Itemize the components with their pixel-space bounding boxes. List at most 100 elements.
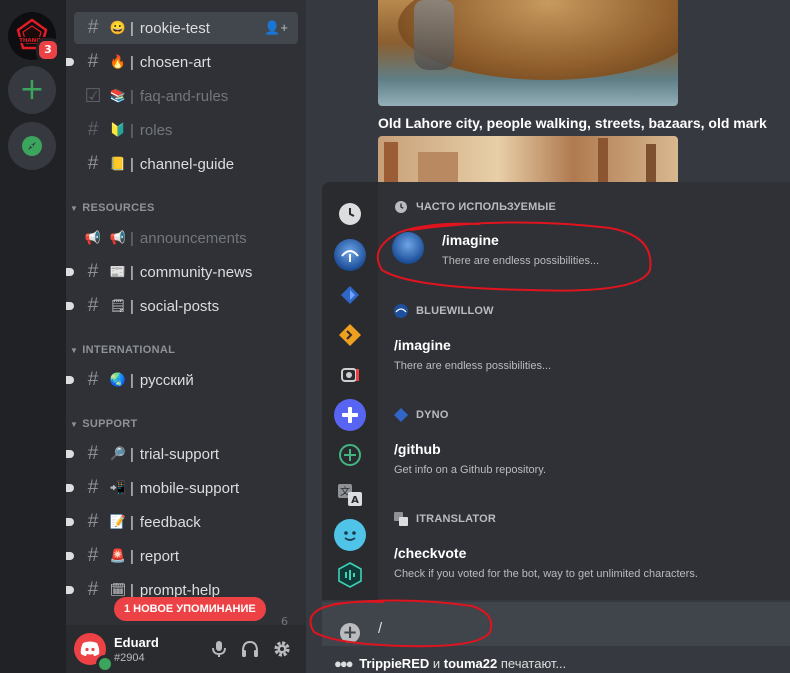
chevron-down-icon: ▼ bbox=[70, 345, 79, 355]
channel-name: announcements bbox=[139, 229, 247, 247]
channel-emoji-icon: 📝 bbox=[109, 514, 127, 529]
image-minaret-shape bbox=[598, 138, 608, 182]
channel-item[interactable]: # 📲 | mobile-support bbox=[66, 472, 298, 504]
chevron-down-icon: ▼ bbox=[70, 203, 79, 213]
channel-emoji-icon: 📰 bbox=[109, 264, 127, 279]
plus-icon: + bbox=[19, 72, 45, 107]
mention-badge: 3 bbox=[36, 38, 60, 62]
app-icon-camera[interactable] bbox=[334, 359, 366, 391]
app-icon-face[interactable] bbox=[334, 519, 366, 551]
unread-indicator bbox=[66, 518, 74, 526]
unread-indicator bbox=[66, 302, 74, 310]
channel-emoji-icon: 🔎 bbox=[109, 446, 127, 461]
channel-item[interactable]: ☑ 📚 | faq-and-rules bbox=[74, 80, 298, 112]
channel-item[interactable]: # 🗒 | social-posts bbox=[66, 290, 298, 322]
channel-item[interactable]: # 😀 | rookie-test 👤+ bbox=[74, 12, 298, 44]
app-icon-plus-circle[interactable] bbox=[334, 439, 366, 471]
category-resources[interactable]: ▼ RESOURCES bbox=[70, 202, 155, 214]
separator: | bbox=[130, 155, 134, 173]
section-title: BLUEWILLOW bbox=[416, 305, 494, 317]
headphones-icon[interactable] bbox=[240, 639, 260, 659]
channel-emoji-icon: 🌏 bbox=[109, 372, 127, 387]
chevron-down-icon: ▼ bbox=[70, 419, 79, 429]
channel-name: social-posts bbox=[139, 297, 220, 315]
command-description: Check if you voted for the bot, way to g… bbox=[394, 568, 698, 580]
channel-item[interactable]: # 📝 | feedback bbox=[66, 506, 298, 538]
command-picker: 文A ЧАСТО ИСПОЛЬЗУЕМЫЕ /imagine There are… bbox=[322, 182, 790, 600]
hash-icon: # bbox=[87, 477, 99, 498]
hash-icon: # bbox=[87, 51, 99, 72]
bluewillow-app-icon[interactable] bbox=[334, 239, 366, 271]
channel-name: chosen-art bbox=[139, 53, 211, 71]
attach-plus-button[interactable]: + bbox=[340, 623, 360, 643]
add-server-button[interactable]: + bbox=[8, 66, 56, 114]
section-header-itranslator: ITRANSLATOR bbox=[394, 512, 496, 526]
frequent-clock-icon[interactable] bbox=[334, 198, 366, 230]
separator: | bbox=[130, 121, 134, 139]
gear-icon[interactable] bbox=[272, 639, 292, 659]
channel-emoji-icon: 📚 bbox=[109, 88, 127, 103]
discord-logo-icon bbox=[80, 641, 100, 656]
unread-indicator bbox=[66, 58, 74, 66]
hash-icon: # bbox=[87, 443, 99, 464]
separator: | bbox=[130, 87, 134, 105]
message-composer: + / bbox=[322, 602, 790, 646]
dyno-small-icon bbox=[394, 408, 408, 422]
hash-icon: # bbox=[87, 511, 99, 532]
unread-indicator bbox=[66, 552, 74, 560]
user-tag: #2904 bbox=[114, 652, 145, 664]
separator: | bbox=[130, 53, 134, 71]
channel-emoji-icon: 📲 bbox=[109, 480, 127, 495]
invite-member-icon[interactable]: 👤+ bbox=[264, 20, 288, 36]
app-icon-plus-blue[interactable] bbox=[334, 399, 366, 431]
category-international[interactable]: ▼ INTERNATIONAL bbox=[70, 344, 175, 356]
message-input[interactable]: / bbox=[378, 620, 382, 637]
command-item-imagine[interactable]: /imagine There are endless possibilities… bbox=[394, 337, 774, 372]
online-status-dot bbox=[96, 655, 114, 673]
dyno-app-icon[interactable] bbox=[334, 279, 366, 311]
explore-servers-button[interactable] bbox=[8, 122, 56, 170]
separator: | bbox=[130, 371, 134, 389]
command-name: /checkvote bbox=[394, 545, 467, 561]
app-icon-yellow[interactable] bbox=[334, 319, 366, 351]
command-item-checkvote[interactable]: /checkvote Check if you voted for the bo… bbox=[394, 545, 774, 580]
separator: | bbox=[130, 263, 134, 281]
channel-item[interactable]: # 🔎 | trial-support bbox=[66, 438, 298, 470]
separator: | bbox=[130, 581, 134, 599]
generated-image-top[interactable] bbox=[378, 0, 678, 106]
separator: | bbox=[130, 297, 134, 315]
app-icon-hexagon[interactable] bbox=[334, 559, 366, 591]
itranslator-app-icon[interactable]: 文A bbox=[334, 479, 366, 511]
typing-conj: и bbox=[432, 656, 441, 671]
hash-icon: # bbox=[87, 545, 99, 566]
category-support[interactable]: ▼ SUPPORT bbox=[70, 418, 138, 430]
channel-item[interactable]: # 📰 | community-news bbox=[66, 256, 298, 288]
unread-indicator bbox=[66, 376, 74, 384]
command-item-github[interactable]: /github Get info on a Github repository. bbox=[394, 441, 774, 476]
generated-image-bottom[interactable] bbox=[378, 136, 678, 182]
channel-item[interactable]: # 📒 | channel-guide bbox=[74, 148, 298, 180]
clock-icon bbox=[394, 200, 408, 214]
channel-item[interactable]: # 🔥 | chosen-art bbox=[66, 46, 298, 78]
section-header-dyno: DYNO bbox=[394, 408, 449, 422]
svg-text:A: A bbox=[351, 495, 359, 506]
channel-item[interactable]: # 🌏 | русский bbox=[66, 364, 298, 396]
channel-item[interactable]: # 🔰 | roles bbox=[74, 114, 298, 146]
new-mention-pill[interactable]: 1 НОВОЕ УПОМИНАНИЕ bbox=[114, 597, 266, 621]
hash-icon: # bbox=[87, 17, 99, 38]
announcement-icon: 📢 bbox=[84, 230, 102, 245]
server-icon-thanos[interactable]: THANOS 3 bbox=[8, 12, 60, 62]
channel-item[interactable]: 📢 📢 | announcements bbox=[74, 222, 298, 254]
microphone-icon[interactable] bbox=[209, 639, 229, 659]
command-description: There are endless possibilities... bbox=[442, 255, 600, 267]
image-figure-shape bbox=[414, 0, 454, 70]
channel-emoji-icon: 🔰 bbox=[109, 122, 127, 137]
unread-indicator bbox=[66, 586, 74, 594]
category-label: RESOURCES bbox=[82, 202, 155, 214]
channel-item[interactable]: # 🚨 | report bbox=[66, 540, 298, 572]
unread-indicator bbox=[66, 268, 74, 276]
channel-name: community-news bbox=[139, 263, 253, 281]
unread-indicator bbox=[66, 484, 74, 492]
hash-icon: # bbox=[87, 261, 99, 282]
channel-name: mobile-support bbox=[139, 479, 240, 497]
